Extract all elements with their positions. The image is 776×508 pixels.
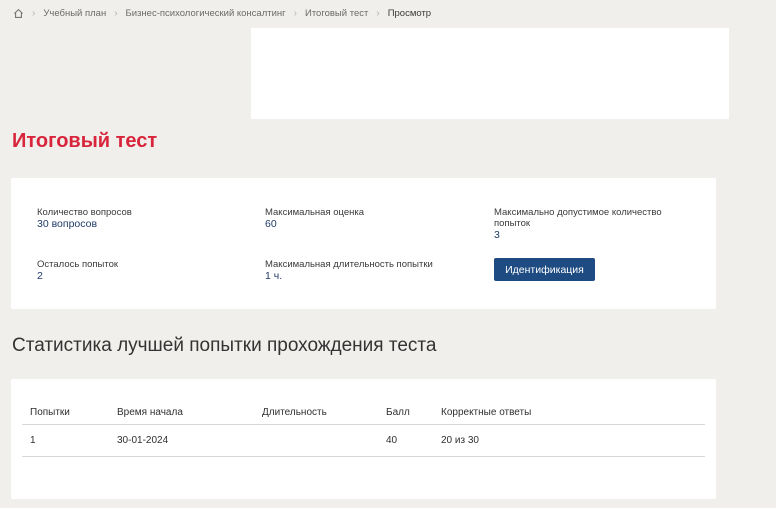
max-score-value: 60 (265, 218, 277, 230)
questions-count-label: Количество вопросов (37, 207, 132, 218)
breadcrumb-current: Просмотр (387, 7, 432, 19)
remaining-attempts-value: 2 (37, 270, 43, 282)
max-duration-value: 1 ч. (265, 270, 283, 282)
max-score: Максимальная оценка 60 (265, 207, 364, 230)
banner-area (251, 28, 729, 119)
breadcrumb-item-test[interactable]: Итоговый тест (305, 8, 368, 19)
max-attempts-label: Максимально допустимое количество попыто… (494, 207, 662, 229)
identification-button[interactable]: Идентификация (494, 258, 595, 281)
table-header-row: Попытки Время начала Длительность Балл К… (22, 400, 705, 425)
max-attempts: Максимально допустимое количество попыто… (494, 207, 674, 241)
column-header-score: Балл (378, 400, 433, 425)
column-header-start-time: Время начала (109, 400, 254, 425)
breadcrumb-item-plan[interactable]: Учебный план (43, 8, 106, 19)
questions-count-value: 30 вопросов (37, 218, 98, 230)
home-icon[interactable] (12, 7, 24, 19)
breadcrumb: › Учебный план › Бизнес-психологический … (12, 6, 431, 20)
page-title: Итоговый тест (12, 130, 158, 152)
cell-score: 40 (378, 424, 433, 457)
remaining-attempts-label: Осталось попыток (37, 259, 119, 270)
max-duration-label: Максимальная длительность попытки (265, 259, 433, 270)
breadcrumb-separator: › (114, 7, 118, 19)
breadcrumb-separator: › (376, 7, 380, 19)
cell-attempt: 1 (22, 424, 109, 457)
stats-table: Попытки Время начала Длительность Балл К… (22, 400, 705, 457)
column-header-duration: Длительность (254, 400, 378, 425)
stats-card: Попытки Время начала Длительность Балл К… (11, 379, 716, 499)
max-attempts-value: 3 (494, 229, 500, 241)
cell-duration (254, 424, 378, 457)
stats-title: Статистика лучшей попытки прохождения те… (12, 335, 437, 356)
cell-correct-answers: 20 из 30 (433, 424, 705, 457)
column-header-correct-answers: Корректные ответы (433, 400, 705, 425)
max-score-label: Максимальная оценка (265, 207, 365, 218)
column-header-attempts: Попытки (22, 400, 109, 425)
breadcrumb-separator: › (293, 7, 297, 19)
questions-count: Количество вопросов 30 вопросов (37, 207, 132, 230)
max-duration: Максимальная длительность попытки 1 ч. (265, 259, 433, 282)
table-row: 1 30-01-2024 40 20 из 30 (22, 424, 705, 457)
breadcrumb-item-course[interactable]: Бизнес-психологический консалтинг (126, 8, 286, 19)
cell-start-time: 30-01-2024 (109, 424, 254, 457)
test-info-card: Количество вопросов 30 вопросов Максимал… (11, 178, 716, 309)
remaining-attempts: Осталось попыток 2 (37, 259, 118, 282)
breadcrumb-separator: › (32, 7, 36, 19)
